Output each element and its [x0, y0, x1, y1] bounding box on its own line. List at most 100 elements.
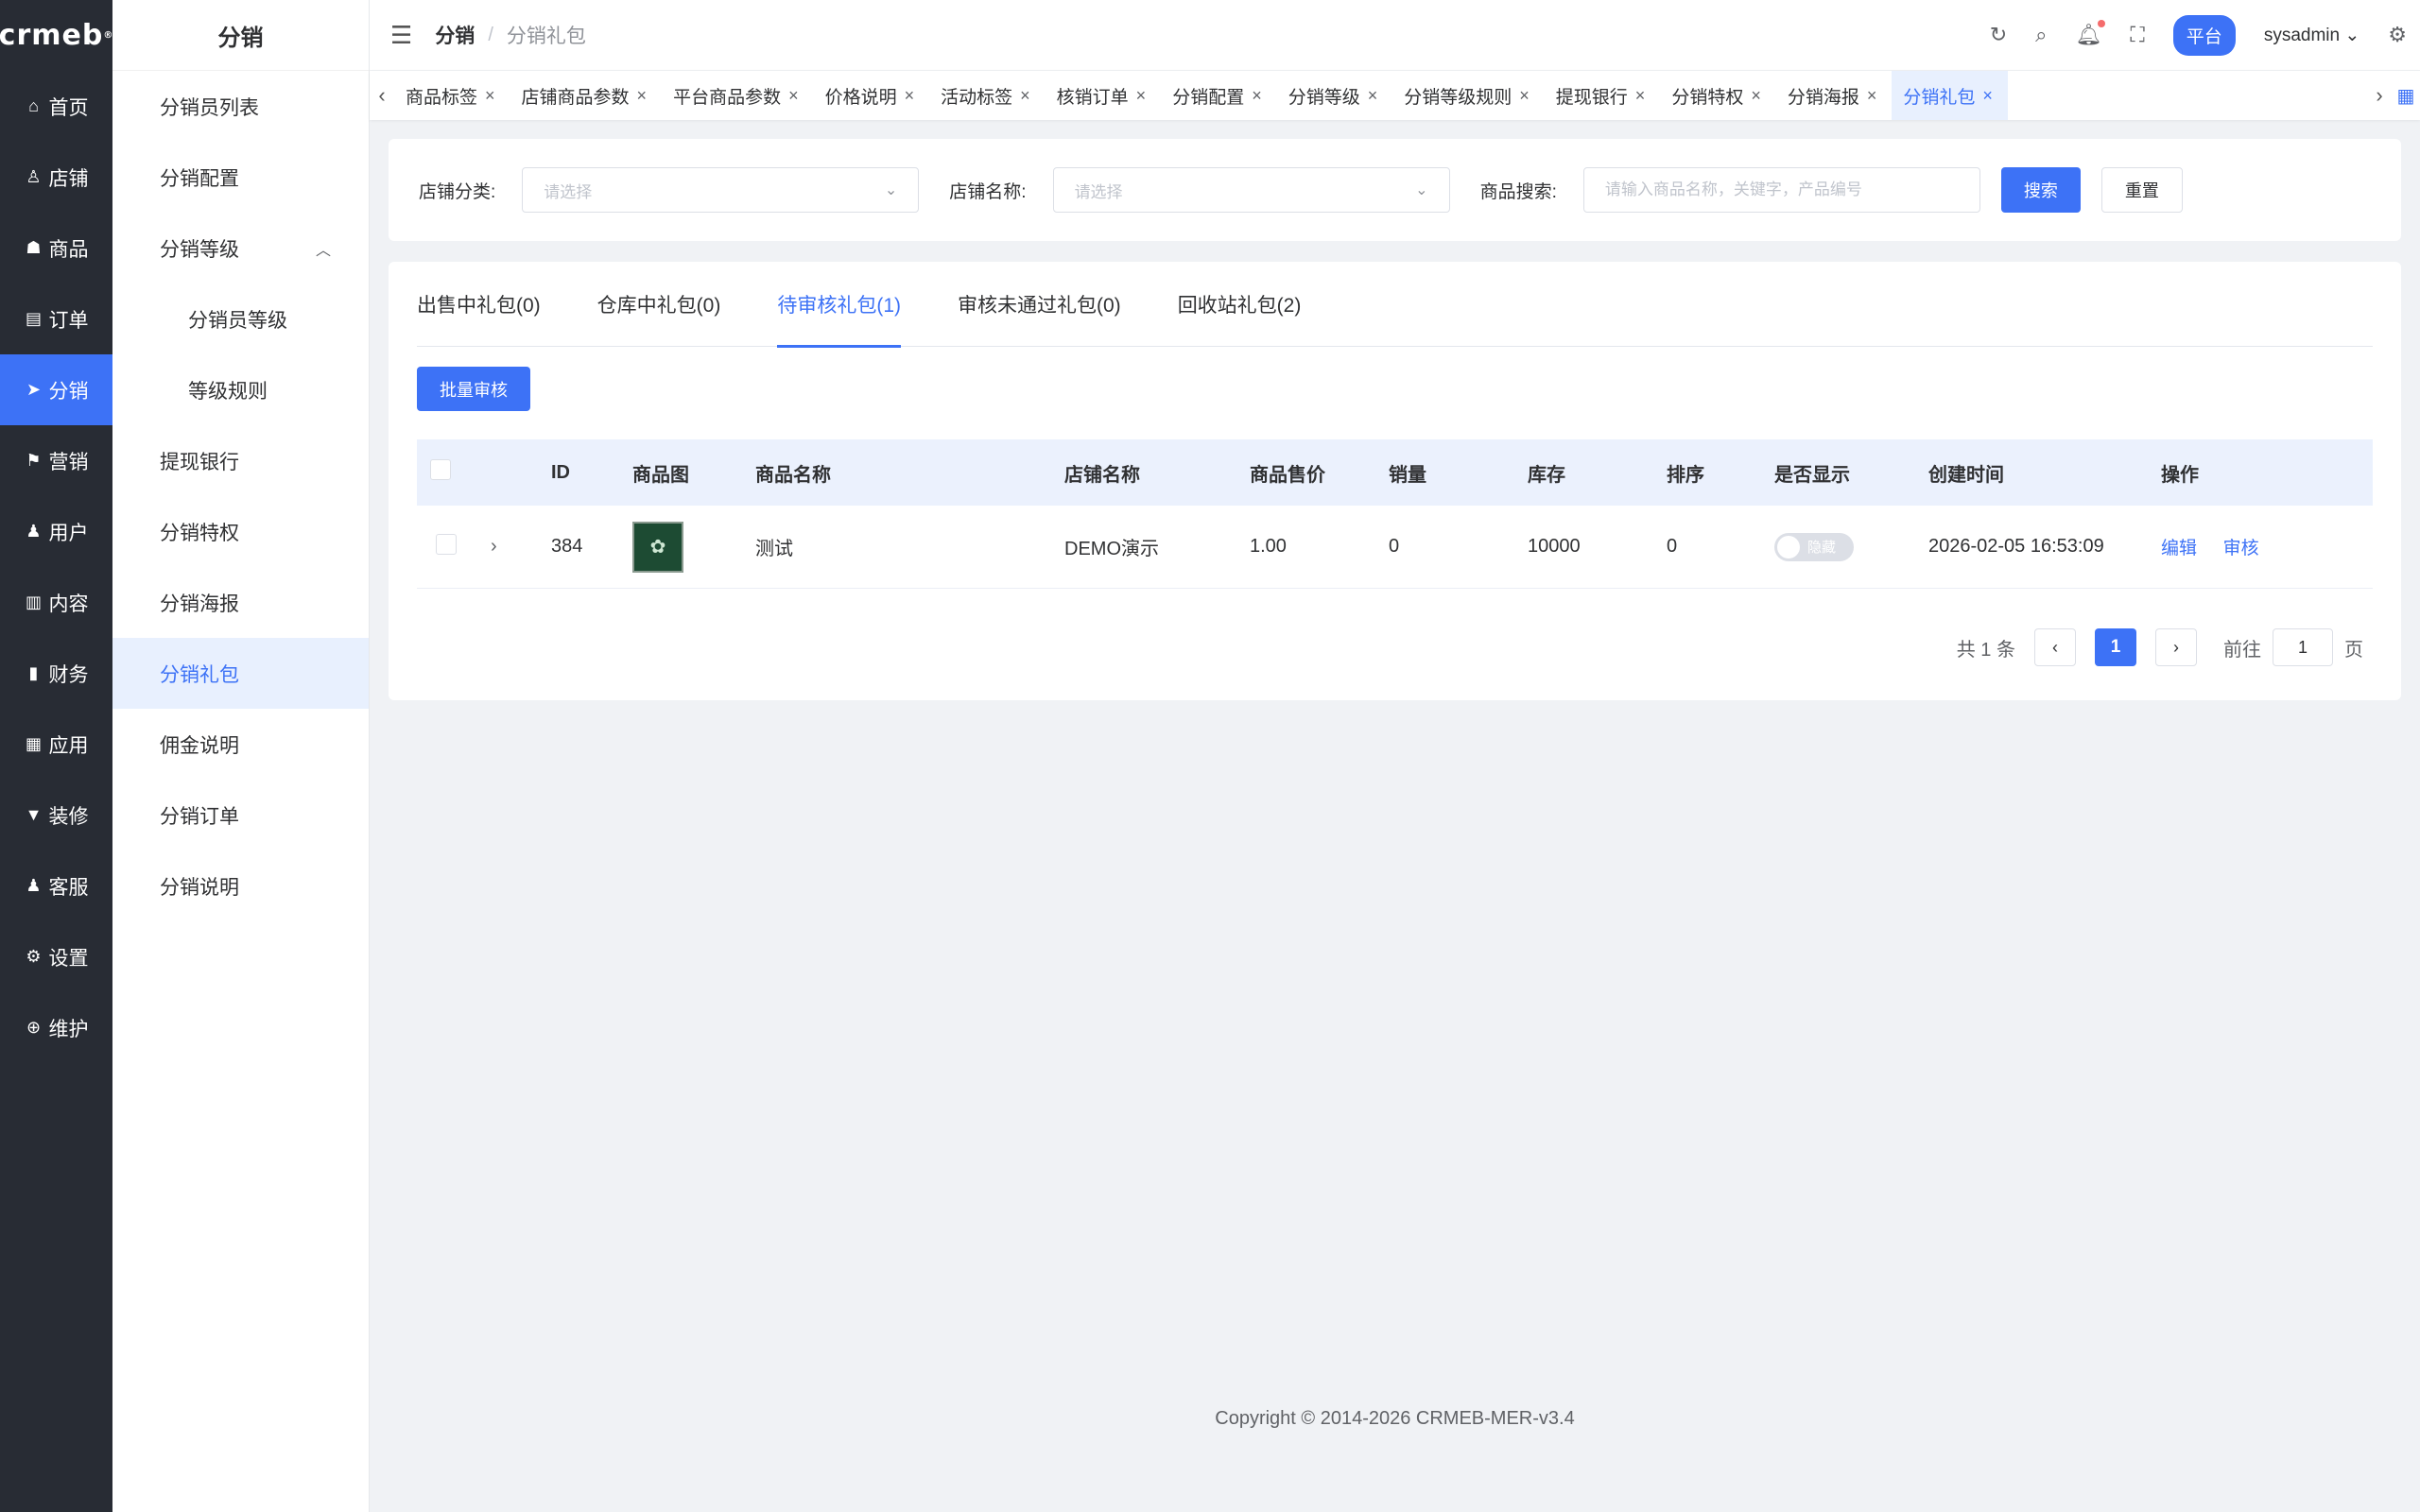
sub-item-distribution-order[interactable]: 分销订单	[112, 780, 369, 850]
rail-item-store[interactable]: ♙ 店铺	[0, 142, 112, 213]
search-button[interactable]: 搜索	[2000, 167, 2081, 213]
close-icon[interactable]: ×	[485, 86, 495, 106]
rail-item-finance[interactable]: ▮ 财务	[0, 638, 112, 709]
tags-next-icon[interactable]: ›	[2367, 83, 2392, 108]
rail-item-settings[interactable]: ⚙ 设置	[0, 921, 112, 992]
rail-item-marketing[interactable]: ⚑ 营销	[0, 425, 112, 496]
rail-item-user[interactable]: ♟ 用户	[0, 496, 112, 567]
tags-prev-icon[interactable]: ‹	[370, 83, 394, 108]
close-icon[interactable]: ×	[1368, 86, 1378, 106]
tab-recycle-bin[interactable]: 回收站礼包(2)	[1178, 262, 1302, 347]
close-icon[interactable]: ×	[1252, 86, 1262, 106]
sub-item-distribution-note[interactable]: 分销说明	[112, 850, 369, 921]
rail-item-home[interactable]: ⌂ 首页	[0, 71, 112, 142]
tag-item[interactable]: 平台商品参数 ×	[662, 71, 814, 120]
audit-link[interactable]: 审核	[2223, 539, 2259, 558]
tag-item[interactable]: 分销等级 ×	[1277, 71, 1393, 120]
reset-button[interactable]: 重置	[2100, 167, 2183, 213]
select-all-checkbox[interactable]	[430, 459, 451, 480]
tag-item-active[interactable]: 分销礼包 ×	[1892, 71, 2008, 120]
expand-chevron-icon[interactable]: ›	[491, 536, 497, 557]
tag-item[interactable]: 分销配置 ×	[1161, 71, 1277, 120]
sub-item-poster[interactable]: 分销海报	[112, 567, 369, 638]
tag-item[interactable]: 核销订单 ×	[1046, 71, 1162, 120]
sub-item-distribution-config[interactable]: 分销配置	[112, 142, 369, 213]
tab-pending-review[interactable]: 待审核礼包(1)	[777, 262, 901, 348]
fullscreen-icon[interactable]: ⛶	[2130, 23, 2144, 47]
product-search-input[interactable]	[1582, 167, 1980, 213]
sub-item-level-rules[interactable]: 等级规则	[112, 354, 369, 425]
close-icon[interactable]: ×	[1519, 86, 1530, 106]
rail-item-decorate[interactable]: ▼ 装修	[0, 780, 112, 850]
breadcrumb: 分销 / 分销礼包	[412, 21, 586, 49]
tab-rejected[interactable]: 审核未通过礼包(0)	[958, 262, 1121, 347]
batch-review-button[interactable]: 批量审核	[417, 367, 530, 411]
menu-toggle-icon[interactable]: ☰	[390, 21, 412, 50]
close-icon[interactable]: ×	[1020, 86, 1030, 106]
edit-link[interactable]: 编辑	[2161, 539, 2197, 558]
pagination: 共 1 条 ‹ 1 › 前往 页	[1957, 628, 2363, 666]
row-checkbox[interactable]	[436, 533, 457, 555]
user-menu[interactable]: sysadmin ⌄	[2264, 25, 2360, 46]
breadcrumb-parent[interactable]: 分销	[435, 21, 475, 49]
cell-ops: 编辑 审核	[2160, 534, 2349, 559]
show-toggle[interactable]: 隐藏	[1774, 532, 1854, 561]
rail-item-service[interactable]: ♟ 客服	[0, 850, 112, 921]
close-icon[interactable]: ×	[788, 86, 799, 106]
tag-item[interactable]: 店铺商品参数 ×	[510, 71, 663, 120]
sub-item-distributor-list[interactable]: 分销员列表	[112, 71, 369, 142]
rail-item-order[interactable]: ▤ 订单	[0, 284, 112, 354]
tags-menu-icon[interactable]: ▦	[2392, 84, 2420, 108]
platform-button[interactable]: 平台	[2172, 14, 2236, 56]
col-stock: 库存	[1528, 464, 1565, 486]
tab-warehouse[interactable]: 仓库中礼包(0)	[597, 262, 721, 347]
breadcrumb-separator: /	[488, 24, 493, 45]
store-icon: ♙	[26, 167, 42, 186]
sub-item-commission-note[interactable]: 佣金说明	[112, 709, 369, 780]
refresh-icon[interactable]: ↻	[1990, 23, 2007, 47]
cell-sort: 0	[1667, 536, 1678, 557]
clipboard-icon: ▤	[25, 309, 42, 328]
close-icon[interactable]: ×	[1136, 86, 1147, 106]
pager-page-current[interactable]: 1	[2095, 628, 2136, 666]
close-icon[interactable]: ×	[1635, 86, 1646, 106]
tag-item[interactable]: 分销海报 ×	[1776, 71, 1893, 120]
tag-item[interactable]: 分销等级规则 ×	[1392, 71, 1545, 120]
close-icon[interactable]: ×	[1751, 86, 1761, 106]
tab-on-sale[interactable]: 出售中礼包(0)	[417, 262, 541, 347]
rail-item-content[interactable]: ▥ 内容	[0, 567, 112, 638]
rail-item-apps[interactable]: ▦ 应用	[0, 709, 112, 780]
pager-goto-input[interactable]	[2273, 628, 2333, 666]
sub-item-gift-pack[interactable]: 分销礼包	[112, 638, 369, 709]
tag-item[interactable]: 提现银行 ×	[1545, 71, 1661, 120]
settings-gear-icon[interactable]: ⚙	[2388, 23, 2407, 47]
close-icon[interactable]: ×	[1982, 86, 1993, 106]
sub-item-privilege[interactable]: 分销特权	[112, 496, 369, 567]
rail-item-distribution[interactable]: ➤ 分销	[0, 354, 112, 425]
bell-icon[interactable]: 🔔︎	[2075, 20, 2106, 47]
rail-item-maintain[interactable]: ⊕ 维护	[0, 992, 112, 1063]
product-thumbnail[interactable]: ✿	[632, 521, 683, 573]
close-icon[interactable]: ×	[905, 86, 915, 106]
cell-price: 1.00	[1250, 536, 1287, 557]
top-header: ☰ 分销 / 分销礼包 ↻ ⌕ 🔔︎ ⛶ 平台 sysadmin ⌄ ⚙	[370, 0, 2420, 71]
tag-item[interactable]: 价格说明 ×	[814, 71, 930, 120]
shop-name-select[interactable]: 请选择 ⌄	[1052, 167, 1450, 213]
close-icon[interactable]: ×	[1867, 86, 1877, 106]
shop-category-select[interactable]: 请选择 ⌄	[522, 167, 920, 213]
tag-item[interactable]: 分销特权 ×	[1660, 71, 1776, 120]
home-icon: ⌂	[28, 96, 39, 115]
rail-item-product[interactable]: ☗ 商品	[0, 213, 112, 284]
pager-prev-button[interactable]: ‹	[2034, 628, 2076, 666]
brand-logo[interactable]: crmeb ®	[0, 0, 112, 71]
sub-item-withdraw-bank[interactable]: 提现银行	[112, 425, 369, 496]
tag-item[interactable]: 活动标签 ×	[929, 71, 1046, 120]
sub-item-distributor-level[interactable]: 分销员等级	[112, 284, 369, 354]
tag-item[interactable]: 商品标签 ×	[394, 71, 510, 120]
pager-next-button[interactable]: ›	[2155, 628, 2197, 666]
col-price: 商品售价	[1250, 464, 1325, 486]
close-icon[interactable]: ×	[637, 86, 648, 106]
search-icon[interactable]: ⌕	[2035, 23, 2047, 47]
sub-item-distribution-level[interactable]: 分销等级 ︿	[112, 213, 369, 284]
gear-icon: ⚙	[26, 947, 42, 966]
